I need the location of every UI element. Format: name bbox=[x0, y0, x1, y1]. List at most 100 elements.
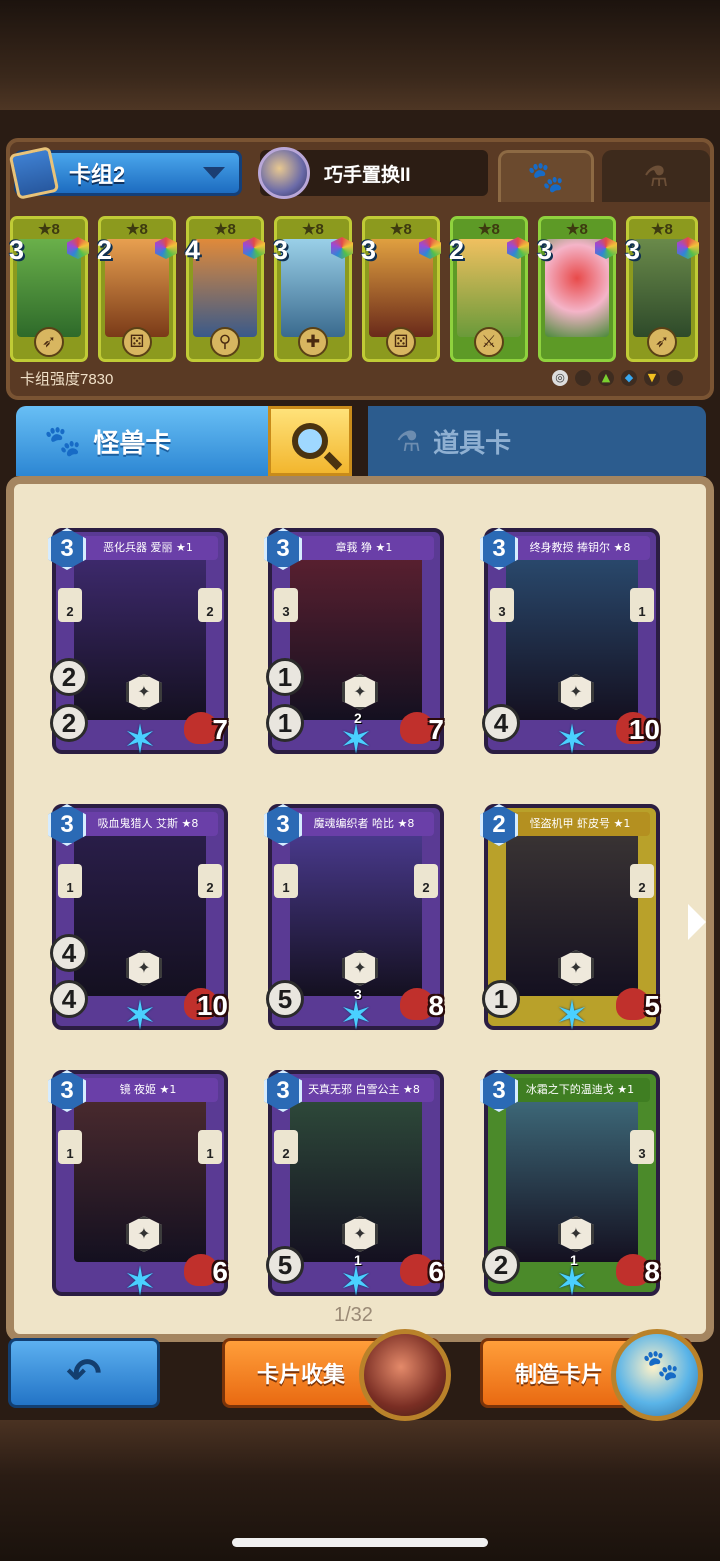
deck-card[interactable]: ★8 3 ⚄ bbox=[361, 216, 441, 362]
deck-card[interactable]: ★8 2 ⚄ bbox=[97, 216, 177, 362]
deck-card[interactable]: ★8 3 ➶ bbox=[9, 216, 89, 362]
card-attack: 1 bbox=[266, 704, 304, 742]
card-name: 冰霜之下的温迪戈 ★1 bbox=[510, 1078, 650, 1102]
dice-icon: ⚄ bbox=[386, 327, 416, 357]
rank-star-icon: ✶ bbox=[555, 993, 589, 1039]
back-button[interactable]: ↶ bbox=[8, 1338, 160, 1408]
deck-card-cost: 2 bbox=[449, 235, 465, 265]
deck-card[interactable]: ★8 3 ✚ bbox=[273, 216, 353, 362]
deck-card-cost: 3 bbox=[625, 235, 641, 265]
card-name: 怪盗机甲 虾皮号 ★1 bbox=[510, 812, 650, 836]
card-left-skill: 1 bbox=[58, 864, 82, 898]
deck-card-cost: 4 bbox=[185, 235, 201, 265]
nature-element-icon: ▲ bbox=[598, 370, 614, 386]
paw-icon: 🐾 bbox=[44, 423, 82, 459]
craft-card-button[interactable]: 制造卡片 🐾 bbox=[480, 1329, 703, 1421]
search-button[interactable] bbox=[268, 406, 352, 476]
home-indicator bbox=[232, 1538, 488, 1547]
page-indicator: 1/32 bbox=[334, 1304, 373, 1326]
monster-card[interactable]: 章莪 狰 ★1 3 3 1 1 7 ✦ 2 ✶ bbox=[264, 528, 444, 762]
deck-card[interactable]: ★8 2 ⚔ bbox=[449, 216, 529, 362]
potion-icon: ⚗ bbox=[396, 424, 422, 458]
deck-card-row: ★8 3 ➶ ★8 2 ⚄ ★8 4 ⚲ ★8 3 ✚ ★8 3 ⚄ ★8 2 … bbox=[9, 216, 710, 364]
card-name: 吸血鬼猎人 艾斯 ★8 bbox=[78, 812, 218, 836]
card-name: 天真无邪 白雪公主 ★8 bbox=[294, 1078, 434, 1102]
rank-star-icon: ✶ bbox=[555, 1259, 589, 1305]
craft-card-label: 制造卡片 bbox=[515, 1362, 604, 1387]
card-health: 5 bbox=[644, 990, 660, 1021]
deck-selector[interactable]: 卡组2 bbox=[8, 146, 242, 200]
card-health: 8 bbox=[644, 1256, 660, 1287]
card-right-skill: 3 bbox=[630, 1130, 654, 1164]
hook-icon: ⚲ bbox=[210, 327, 240, 357]
card-name: 镜 夜姬 ★1 bbox=[78, 1078, 218, 1102]
card-attack: 4 bbox=[482, 704, 520, 742]
deck-book-icon bbox=[8, 146, 60, 200]
deck-strength: 卡组强度7830 bbox=[20, 371, 114, 388]
deck-card-cost: 3 bbox=[9, 235, 25, 265]
tab-item-deck[interactable]: ⚗ bbox=[602, 150, 710, 202]
deck-card-cost: 3 bbox=[273, 235, 289, 265]
card-album-icon bbox=[359, 1329, 451, 1421]
card-left-skill: 3 bbox=[490, 588, 514, 622]
tab-monster-cards[interactable]: 🐾 怪兽卡 bbox=[16, 406, 268, 476]
next-page-arrow-icon[interactable] bbox=[688, 904, 706, 940]
card-health: 8 bbox=[428, 990, 444, 1021]
tab-item-cards[interactable]: ⚗ 道具卡 bbox=[368, 406, 706, 476]
card-name: 魔魂编织者 哈比 ★8 bbox=[294, 812, 434, 836]
potion-icon: ⚗ bbox=[643, 159, 669, 193]
monster-card[interactable]: 冰霜之下的温迪戈 ★1 3 3 2 8 ✦ 1 ✶ bbox=[480, 1070, 660, 1304]
element-summary: ◎ ▲ ◆ ▼ bbox=[552, 370, 683, 386]
deck-card[interactable]: ★8 3 bbox=[537, 216, 617, 362]
card-collection-button[interactable]: 卡片收集 bbox=[222, 1329, 451, 1421]
card-left-skill: 1 bbox=[58, 1130, 82, 1164]
paw-icon: 🐾 bbox=[527, 160, 565, 195]
card-attack: 2 bbox=[50, 704, 88, 742]
card-name: 终身教授 捧钥尔 ★8 bbox=[510, 536, 650, 560]
deck-card-cost: 3 bbox=[361, 235, 377, 265]
card-attack: 5 bbox=[266, 980, 304, 1018]
rank-star-icon: ✶ bbox=[123, 993, 157, 1039]
tornado-element-icon: ▼ bbox=[644, 370, 660, 386]
deck-skill[interactable]: 巧手置换II bbox=[258, 147, 488, 199]
rank-star-icon: ✶ bbox=[339, 717, 373, 763]
card-name: 恶化兵器 爱丽 ★1 bbox=[78, 536, 218, 560]
water-element-icon: ◆ bbox=[621, 370, 637, 386]
sword-icon: ⚔ bbox=[474, 327, 504, 357]
card-right-skill: 1 bbox=[198, 1130, 222, 1164]
card-health: 7 bbox=[212, 714, 228, 745]
card-right-skill: 2 bbox=[414, 864, 438, 898]
monster-card[interactable]: 恶化兵器 爱丽 ★1 3 2 2 2 2 7 ✦ ✶ bbox=[48, 528, 228, 762]
skill-portrait bbox=[258, 147, 310, 199]
monster-card[interactable]: 怪盗机甲 虾皮号 ★1 2 2 1 5 ✦ ✶ bbox=[480, 804, 660, 1038]
paw-jar-icon: 🐾 bbox=[611, 1329, 703, 1421]
rank-star-icon: ✶ bbox=[123, 1259, 157, 1305]
monster-card[interactable]: 吸血鬼猎人 艾斯 ★8 3 1 2 4 4 10 ✦ ✶ bbox=[48, 804, 228, 1038]
card-left-skill: 3 bbox=[274, 588, 298, 622]
card-attack: 1 bbox=[482, 980, 520, 1018]
deck-card[interactable]: ★8 3 ➶ bbox=[625, 216, 699, 362]
card-left-skill: 2 bbox=[58, 588, 82, 622]
card-health: 6 bbox=[212, 1256, 228, 1287]
monster-card[interactable]: 镜 夜姬 ★1 3 1 1 6 ✦ ✶ bbox=[48, 1070, 228, 1304]
monster-card[interactable]: 终身教授 捧钥尔 ★8 3 3 1 4 10 ✦ ✶ bbox=[480, 528, 660, 762]
monster-card[interactable]: 天真无邪 白雪公主 ★8 3 2 5 6 ✦ 1 ✶ bbox=[264, 1070, 444, 1304]
tab-monster-deck[interactable]: 🐾 bbox=[498, 150, 594, 202]
card-health: 10 bbox=[196, 990, 228, 1021]
chevron-down-icon bbox=[203, 167, 225, 179]
bow-icon: ➶ bbox=[34, 327, 64, 357]
rank-star-icon: ✶ bbox=[123, 717, 157, 763]
top-wood-frame bbox=[0, 0, 720, 110]
rank-star-icon: ✶ bbox=[555, 717, 589, 763]
card-health: 10 bbox=[628, 714, 660, 745]
rank-star-icon: ✶ bbox=[339, 1259, 373, 1305]
card-attack: 4 bbox=[50, 980, 88, 1018]
deck-card[interactable]: ★8 4 ⚲ bbox=[185, 216, 265, 362]
neutral-element-icon: ◎ bbox=[552, 370, 568, 386]
card-name: 章莪 狰 ★1 bbox=[294, 536, 434, 560]
card-health: 7 bbox=[428, 714, 444, 745]
tab-item-label: 道具卡 bbox=[433, 427, 512, 458]
card-left-skill: 1 bbox=[274, 864, 298, 898]
deck-card-cost: 2 bbox=[97, 235, 113, 265]
monster-card[interactable]: 魔魂编织者 哈比 ★8 3 1 2 5 8 ✦ 3 ✶ bbox=[264, 804, 444, 1038]
